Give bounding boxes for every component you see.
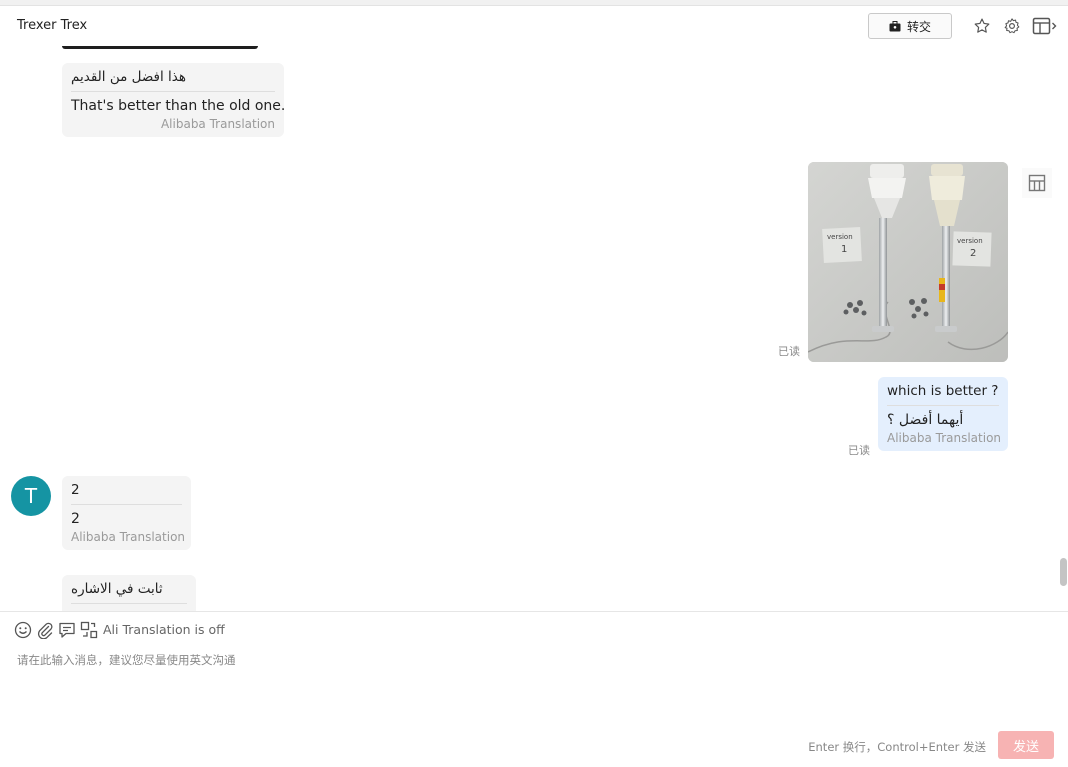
composer: Enter 换行，Control+Enter 发送 发送 — [0, 647, 1068, 767]
translated-text: أيهما أفضل ؟ — [887, 412, 964, 428]
avatar[interactable]: T — [11, 476, 51, 516]
original-text: 2 — [71, 482, 182, 505]
translation-source: Alibaba Translation — [71, 530, 186, 544]
avatar-letter: T — [24, 484, 38, 508]
translation-source: Alibaba Translation — [160, 117, 275, 131]
original-text: هذا افضل من القديم — [71, 69, 275, 92]
layout-icon[interactable] — [1022, 168, 1052, 198]
send-button[interactable]: 发送 — [998, 731, 1054, 759]
chat-header: Trexer Trex 转交 — [0, 6, 1068, 46]
quick-reply-icon[interactable] — [57, 620, 77, 640]
composer-toolbar: Ali Translation is off — [0, 611, 1068, 647]
transfer-label: 转交 — [906, 19, 931, 34]
briefcase-icon — [889, 20, 901, 31]
message-list[interactable]: هذا افضل من القديم That's better than th… — [0, 46, 1068, 611]
translation-status[interactable]: Ali Translation is off — [103, 622, 225, 637]
translation-source: Alibaba Translation — [887, 431, 1002, 445]
message-input[interactable] — [14, 649, 1054, 725]
message-bubble-mine[interactable]: which is better ? أيهما أفضل ؟ Alibaba T… — [878, 377, 1008, 451]
transfer-button[interactable]: 转交 — [868, 13, 952, 39]
translated-text: That's better than the old one. — [71, 98, 286, 114]
settings-icon[interactable] — [1001, 15, 1023, 37]
translated-text: 2 — [71, 511, 80, 527]
read-status: 已读 — [778, 345, 800, 358]
photo-label-1a: version — [827, 233, 853, 241]
photo-label-2a: version — [957, 237, 983, 245]
photo-label-1b: 1 — [841, 244, 848, 255]
photo-label-2b: 2 — [970, 248, 977, 259]
message-bubble-contact[interactable]: هذا افضل من القديم That's better than th… — [62, 63, 286, 137]
original-text: which is better ? — [887, 383, 999, 406]
send-hint: Enter 换行，Control+Enter 发送 — [808, 740, 986, 754]
original-text: ثابت في الاشاره — [71, 581, 187, 604]
previous-image-edge — [62, 46, 258, 49]
attachment-icon[interactable] — [35, 620, 55, 640]
panel-toggle-icon[interactable] — [1031, 15, 1059, 37]
contact-name: Trexer Trex — [17, 18, 88, 33]
scrollbar-track[interactable] — [1054, 46, 1068, 611]
star-icon[interactable] — [971, 15, 993, 37]
emoji-icon[interactable] — [13, 620, 33, 640]
message-bubble-contact[interactable]: ثابت في الاشاره — [62, 575, 196, 611]
scrollbar-thumb[interactable] — [1060, 558, 1067, 586]
read-status: 已读 — [848, 444, 870, 457]
message-bubble-contact[interactable]: 2 2 Alibaba Translation — [62, 476, 191, 550]
product-photo[interactable]: version 1 version 2 — [808, 162, 1008, 362]
translate-icon[interactable] — [79, 620, 99, 640]
